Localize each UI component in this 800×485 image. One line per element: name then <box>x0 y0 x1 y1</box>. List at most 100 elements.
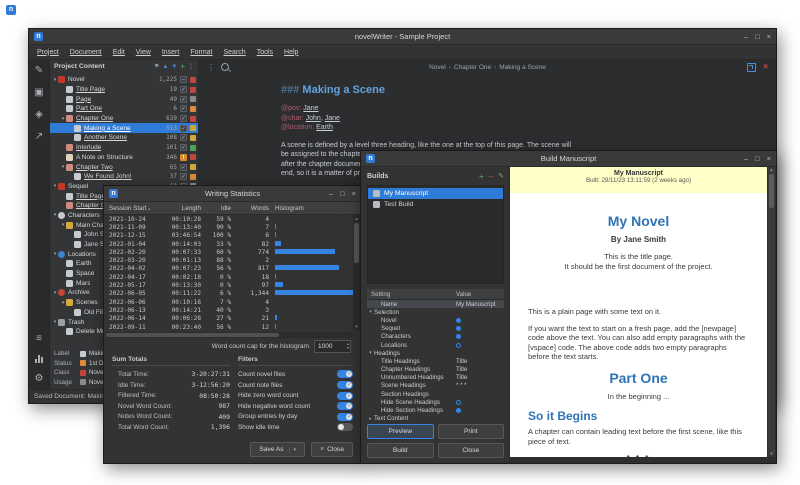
setting-row[interactable]: Unnumbered HeadingsTitle <box>367 374 504 382</box>
list-icon[interactable]: ≡ <box>33 332 46 345</box>
active-checkbox[interactable]: ✓ <box>180 173 187 180</box>
build-button[interactable]: Build <box>367 443 434 458</box>
tree-item[interactable]: Making a Scene513✓ <box>50 123 198 133</box>
breadcrumb-part[interactable]: Chapter One <box>454 64 491 71</box>
tree-item[interactable]: We Found John!37✓ <box>50 172 198 182</box>
menu-tools[interactable]: Tools <box>252 49 278 56</box>
novelwriter-desktop-icon[interactable]: n <box>6 5 16 15</box>
setting-row[interactable]: ▸Text Content <box>367 415 504 423</box>
build-list-item[interactable]: My Manuscript <box>368 188 503 199</box>
expand-arrow-icon[interactable]: ▸ <box>367 416 374 422</box>
close-icon[interactable]: × <box>352 189 356 198</box>
maximize-icon[interactable]: □ <box>340 189 345 198</box>
setting-row[interactable]: Hide Scene Headings <box>367 398 504 406</box>
statistics-icon[interactable] <box>35 354 43 363</box>
column-words[interactable]: Words <box>231 205 269 212</box>
move-up-icon[interactable]: ▲ <box>162 63 168 71</box>
setting-row[interactable]: ▾Selection <box>367 308 504 316</box>
stats-close-button[interactable]: ×Close <box>311 442 353 457</box>
main-titlebar[interactable]: n novelWriter - Sample Project –□× <box>29 29 776 45</box>
keyword-value-link[interactable]: Jane <box>303 105 318 112</box>
menu-edit[interactable]: Edit <box>108 49 130 56</box>
setting-row[interactable]: Novel <box>367 316 504 324</box>
active-checkbox[interactable]: ✓ <box>180 96 187 103</box>
save-as-button[interactable]: Save As▾ <box>250 442 305 457</box>
active-checkbox[interactable]: ✓ <box>180 125 187 132</box>
tree-item[interactable]: Title Page19✓ <box>50 85 198 95</box>
export-icon[interactable]: ↗ <box>33 130 46 143</box>
menu-insert[interactable]: Insert <box>157 49 185 56</box>
active-checkbox[interactable]: ✓ <box>180 115 187 122</box>
tree-item[interactable]: A Note on Structure346! <box>50 153 198 163</box>
filter-toggle[interactable]: ✓ <box>337 413 353 421</box>
menu-project[interactable]: Project <box>32 49 64 56</box>
novel-view-icon[interactable]: ◈ <box>33 108 46 121</box>
stats-horizontal-scrollbar[interactable] <box>106 332 353 338</box>
tree-item[interactable]: ▾Novel1,225– <box>50 75 198 85</box>
setting-row[interactable]: NameMy Manuscript <box>367 300 504 308</box>
column-length[interactable]: Length <box>157 205 201 212</box>
tree-item[interactable]: Another Scene108✓ <box>50 133 198 143</box>
filter-toggle[interactable]: ✓ <box>337 402 353 410</box>
tree-item[interactable]: Part One6✓ <box>50 104 198 114</box>
maximize-icon[interactable]: □ <box>755 154 760 163</box>
setting-row[interactable]: ▾Headings <box>367 349 504 357</box>
setting-row[interactable]: Scene Headings* * * <box>367 382 504 390</box>
histogram-cap-spinner[interactable]: 1000 ▴▾ <box>314 340 351 353</box>
edit-build-icon[interactable]: ✎ <box>498 173 504 181</box>
build-titlebar[interactable]: n Build Manuscript –□× <box>361 151 776 167</box>
active-checkbox[interactable]: ✓ <box>180 105 187 112</box>
close-icon[interactable]: × <box>767 32 771 41</box>
setting-row[interactable]: Hide Section Headings <box>367 406 504 414</box>
menu-format[interactable]: Format <box>185 49 217 56</box>
active-checkbox[interactable]: ✓ <box>180 86 187 93</box>
expand-arrow-icon[interactable]: ▾ <box>367 309 374 315</box>
save-as-dropdown-icon[interactable]: ▾ <box>289 447 297 453</box>
minimize-icon[interactable]: – <box>744 154 748 163</box>
print-button[interactable]: Print <box>438 424 505 439</box>
project-outline-icon[interactable]: ▣ <box>33 86 46 99</box>
active-checkbox[interactable]: ✓ <box>180 144 187 151</box>
bookmark-icon[interactable]: ⚑ <box>154 63 159 71</box>
filter-toggle[interactable]: ✓ <box>337 370 353 378</box>
keyword-value-link[interactable]: John <box>306 115 321 122</box>
tree-item[interactable]: Page49✓ <box>50 94 198 104</box>
spinner-arrows-icon[interactable]: ▴▾ <box>347 341 349 352</box>
active-checkbox[interactable]: ✓ <box>180 164 187 171</box>
minimize-icon[interactable]: – <box>744 32 748 41</box>
setting-row[interactable]: Sequel <box>367 325 504 333</box>
setting-row[interactable]: Section Headings <box>367 390 504 398</box>
build-list-item[interactable]: Test Build <box>368 199 503 210</box>
column-idle[interactable]: Idle <box>201 205 231 212</box>
column-histogram[interactable]: Histogram <box>269 205 361 212</box>
breadcrumb-part[interactable]: Novel <box>429 64 446 71</box>
tree-item[interactable]: ▾Chapter One639✓ <box>50 114 198 124</box>
stats-titlebar[interactable]: n Writing Statistics –□× <box>104 186 361 202</box>
scroll-up-icon[interactable]: ▴ <box>353 216 360 222</box>
scroll-down-icon[interactable]: ▾ <box>768 451 775 457</box>
build-close-button[interactable]: Close <box>438 443 505 458</box>
maximize-icon[interactable]: □ <box>755 32 760 41</box>
keyword-value-link[interactable]: Jane <box>325 115 340 122</box>
focus-mode-icon[interactable] <box>747 63 756 72</box>
filter-toggle[interactable] <box>337 423 353 431</box>
setting-row[interactable]: Characters <box>367 333 504 341</box>
remove-build-icon[interactable]: – <box>489 173 493 181</box>
keyword-value-link[interactable]: Earth <box>316 124 333 131</box>
menu-document[interactable]: Document <box>65 49 107 56</box>
menu-view[interactable]: View <box>131 49 156 56</box>
tree-item[interactable]: Interlude101✓ <box>50 143 198 153</box>
expand-arrow-icon[interactable]: ▾ <box>367 350 374 356</box>
preview-button[interactable]: Preview <box>367 424 434 439</box>
filter-toggle[interactable]: ✓ <box>337 392 353 400</box>
move-down-icon[interactable]: ▼ <box>171 63 177 71</box>
setting-row[interactable]: Title HeadingsTitle <box>367 357 504 365</box>
setting-row[interactable]: Chapter HeadingsTitle <box>367 366 504 374</box>
menu-help[interactable]: Help <box>279 49 303 56</box>
panel-menu-icon[interactable]: ⋮ <box>188 63 194 71</box>
scroll-down-icon[interactable]: ▾ <box>353 324 360 330</box>
column-session-start[interactable]: Session Start ▴ <box>104 205 157 212</box>
active-checkbox[interactable]: – <box>180 76 187 83</box>
add-build-icon[interactable]: + <box>479 173 484 181</box>
minimize-icon[interactable]: – <box>329 189 333 198</box>
